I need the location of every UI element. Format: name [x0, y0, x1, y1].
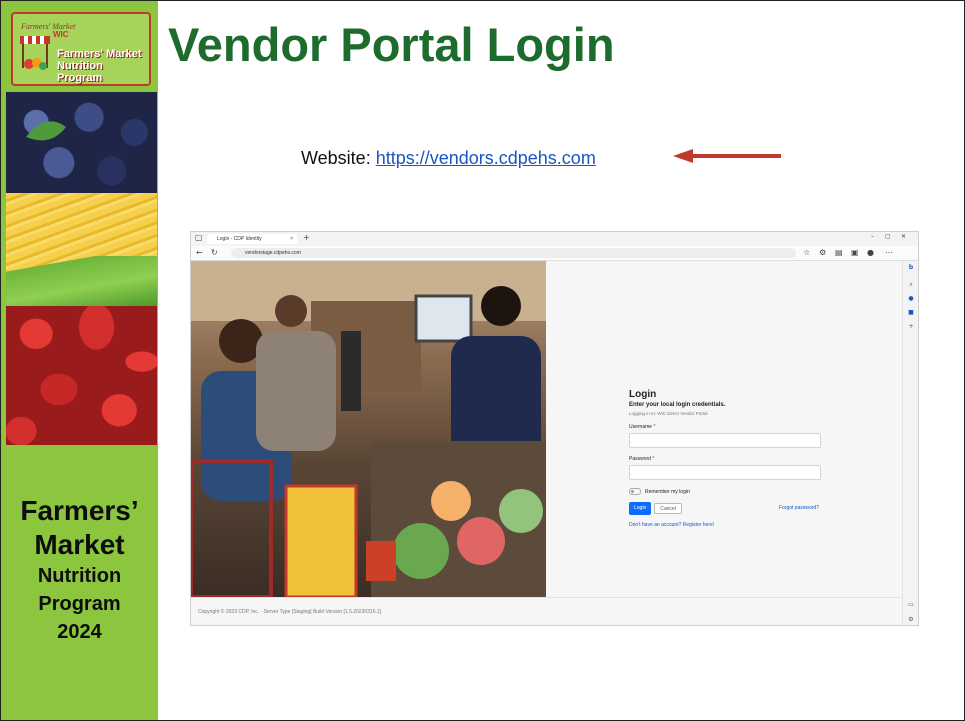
browser-screenshot: ▢ Login - CDP Identity × + – ▢ ✕ ← ↻ ven…: [190, 231, 919, 626]
sidebar-title: Farmers’ Market Nutrition Program 2024: [20, 495, 139, 643]
remember-label: Remember my login: [645, 488, 690, 495]
maximize-icon[interactable]: ▢: [885, 232, 891, 242]
tab-title: Login - CDP Identity: [217, 236, 262, 242]
window-icon: ▢: [195, 233, 203, 242]
back-icon[interactable]: ←: [196, 248, 203, 258]
shopping-icon[interactable]: ●: [906, 295, 916, 302]
login-subtitle: Enter your local login credentials.: [629, 402, 726, 408]
settings-icon[interactable]: ⚙: [906, 616, 916, 623]
profile-icon[interactable]: ●: [867, 248, 874, 258]
minimize-icon[interactable]: –: [871, 232, 874, 242]
register-link[interactable]: Don't have an account? Register here!: [629, 522, 829, 528]
slide: Farmers' Market WIC Farmers' Market Nutr…: [0, 0, 965, 721]
page-title: Vendor Portal Login: [168, 18, 615, 71]
more-icon[interactable]: ⋯: [885, 248, 893, 258]
favorite-icon[interactable]: ☆: [803, 248, 810, 258]
market-stand-icon: [20, 36, 50, 70]
remember-toggle-row: Remember my login: [629, 488, 829, 495]
logo-line1: Farmers' Market: [57, 48, 142, 60]
login-heading: Login: [629, 389, 657, 400]
url-text: vendorstage.cdpehs.com: [245, 250, 301, 256]
website-link[interactable]: https://vendors.cdpehs.com: [376, 148, 596, 168]
username-label: Username *: [629, 424, 656, 430]
sidebar: Farmers' Market WIC Farmers' Market Nutr…: [1, 1, 158, 720]
search-icon[interactable]: ⌕: [906, 281, 916, 289]
new-tab-icon[interactable]: +: [303, 233, 310, 243]
tab-bar: ▢ Login - CDP Identity × + – ▢ ✕: [191, 232, 918, 246]
arrow-left-icon: [673, 149, 781, 163]
add-icon[interactable]: +: [906, 323, 916, 330]
website-line: Website: https://vendors.cdpehs.com: [301, 148, 596, 169]
browser-tab[interactable]: Login - CDP Identity ×: [207, 234, 297, 244]
close-window-icon[interactable]: ✕: [901, 232, 906, 242]
website-label: Website:: [301, 148, 376, 168]
username-field[interactable]: [629, 433, 821, 448]
remember-toggle[interactable]: [629, 488, 641, 495]
tools-icon[interactable]: ■: [906, 309, 916, 316]
sidebar-toggle-icon[interactable]: ▭: [906, 601, 916, 608]
password-label: Password *: [629, 456, 655, 462]
strawberries-photo: [6, 306, 157, 445]
blueberries-photo: [6, 92, 157, 193]
edge-sidebar: b ⌕ ● ■ + ▭ ⚙: [902, 261, 918, 625]
forgot-password-link[interactable]: Forgot password?: [779, 505, 819, 511]
program-logo: Farmers' Market WIC Farmers' Market Nutr…: [6, 7, 152, 87]
logo-wic: WIC: [53, 30, 69, 39]
login-button[interactable]: Login: [629, 502, 652, 515]
login-page: Login Enter your local login credentials…: [191, 261, 902, 597]
tab-close-icon[interactable]: ×: [290, 234, 293, 244]
split-icon[interactable]: ▣: [851, 248, 859, 258]
logo-line2: Nutrition Program: [57, 60, 103, 84]
cancel-button[interactable]: Cancel: [654, 503, 682, 514]
refresh-icon[interactable]: ↻: [211, 248, 218, 258]
url-field[interactable]: vendorstage.cdpehs.com: [231, 248, 796, 258]
page-footer: Copyright © 2023 CDP, Inc. · Server Type…: [191, 597, 902, 625]
collections-icon[interactable]: ▤: [835, 248, 843, 258]
login-form: Login Enter your local login credentials…: [629, 389, 829, 528]
logging-in-text: Logging in to: WIC Direct Vendor Portal: [629, 411, 708, 416]
password-field[interactable]: [629, 465, 821, 480]
bing-icon[interactable]: b: [906, 264, 916, 271]
grocery-checkout-photo: [191, 261, 546, 597]
extensions-icon[interactable]: ⚙: [819, 248, 826, 258]
corn-photo: [6, 193, 157, 306]
address-bar: ← ↻ vendorstage.cdpehs.com ☆ ⚙ ▤ ▣ ● ⋯: [191, 246, 918, 261]
